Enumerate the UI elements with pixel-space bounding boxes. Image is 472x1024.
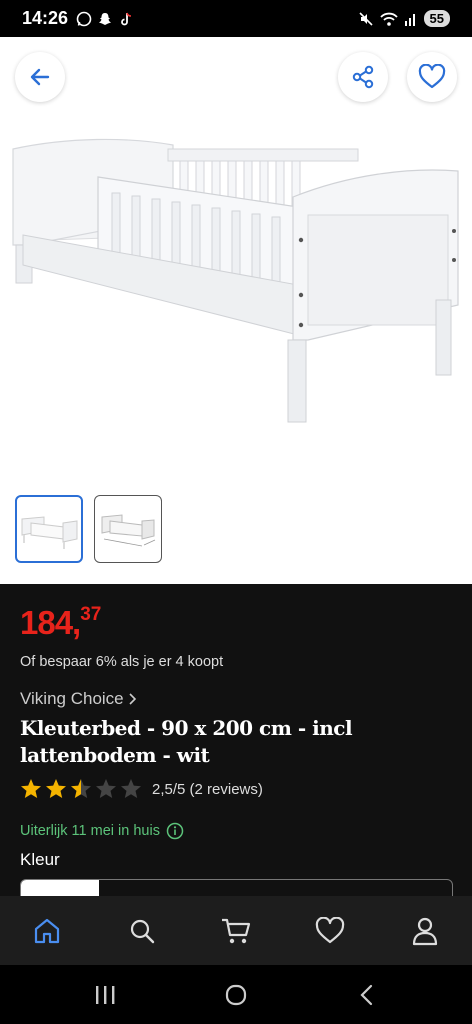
- wifi-icon: [379, 12, 398, 26]
- product-info: 184,37 Of bespaar 6% als je er 4 koopt V…: [0, 584, 472, 896]
- back-nav-button[interactable]: [342, 975, 392, 1015]
- thumbnail-bed-image: [21, 516, 78, 549]
- system-navigation: [0, 965, 472, 1024]
- star-rating-icon: [21, 779, 141, 798]
- heart-icon: [316, 916, 345, 943]
- whatsapp-icon: [76, 11, 92, 26]
- delivery-info: Uiterlijk 11 mei in huis: [20, 822, 184, 840]
- snapchat-icon: [99, 12, 112, 25]
- battery-indicator: 55: [423, 10, 450, 27]
- brand-name: Viking Choice: [20, 689, 124, 708]
- heart-icon: [418, 64, 446, 89]
- chevron-left-icon: [360, 984, 372, 1005]
- recent-apps-button[interactable]: [80, 975, 130, 1015]
- thumbnail-1[interactable]: [15, 495, 83, 563]
- color-label: Kleur: [20, 850, 60, 869]
- rating-text: 2,5/5 (2 reviews): [152, 780, 263, 798]
- nav-home[interactable]: [17, 901, 77, 961]
- price-main: 184,: [20, 604, 81, 641]
- info-icon[interactable]: [166, 822, 184, 840]
- recent-apps-icon: [96, 985, 115, 1004]
- product-image[interactable]: [8, 135, 464, 425]
- price-cents: 37: [80, 604, 102, 625]
- back-button[interactable]: [15, 52, 65, 102]
- nav-cart[interactable]: [206, 901, 266, 961]
- product-image-area: [0, 37, 472, 584]
- price: 184,37: [20, 604, 101, 642]
- share-icon: [352, 65, 374, 89]
- thumbnail-dimensions-image: [101, 514, 156, 547]
- home-button[interactable]: [211, 975, 261, 1015]
- signal-icon: [404, 13, 415, 26]
- brand-link[interactable]: Viking Choice: [20, 689, 138, 709]
- cart-icon: [221, 918, 251, 943]
- thumbnail-2[interactable]: [94, 495, 162, 563]
- search-icon: [130, 919, 154, 943]
- tiktok-icon: [121, 12, 132, 25]
- nav-wishlist[interactable]: [300, 901, 360, 961]
- color-option-white[interactable]: [21, 880, 99, 896]
- color-selector[interactable]: [20, 879, 453, 896]
- rating[interactable]: 2,5/5 (2 reviews): [20, 778, 263, 800]
- mute-icon: [358, 11, 373, 26]
- nav-account[interactable]: [395, 901, 455, 961]
- notification-icons: [76, 11, 134, 27]
- home-icon: [35, 918, 60, 943]
- status-time: 14:26: [22, 8, 69, 28]
- status-bar: 14:26 55: [0, 0, 472, 37]
- bottom-nav: [0, 896, 472, 965]
- delivery-text: Uiterlijk 11 mei in huis: [20, 823, 160, 839]
- product-title: Kleuterbed - 90 x 200 cm - incl lattenbo…: [20, 716, 353, 767]
- account-icon: [412, 917, 437, 945]
- nav-search[interactable]: [112, 901, 172, 961]
- status-right: 55: [358, 10, 450, 27]
- arrow-left-icon: [30, 68, 50, 86]
- chevron-right-icon: [129, 693, 137, 705]
- share-button[interactable]: [338, 52, 388, 102]
- home-circle-icon: [225, 984, 247, 1005]
- bulk-offer[interactable]: Of bespaar 6% als je er 4 koopt: [20, 654, 223, 670]
- favorite-button[interactable]: [407, 52, 457, 102]
